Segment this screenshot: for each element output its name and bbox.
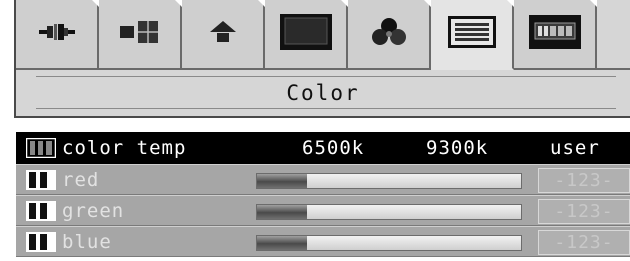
red-label: red	[62, 168, 100, 191]
blue-slider-fill	[257, 236, 308, 250]
divider	[36, 108, 616, 109]
tab-size[interactable]	[182, 0, 265, 70]
tab-color[interactable]	[431, 0, 514, 70]
option-6500k[interactable]: 6500k	[302, 132, 364, 164]
arrow-up-icon	[209, 21, 236, 47]
window-position-icon	[119, 19, 160, 49]
abcd-language-icon	[528, 15, 581, 53]
red-slider-fill	[257, 174, 308, 188]
color-circles-icon	[369, 17, 409, 51]
green-row[interactable]: green -123-	[16, 195, 630, 226]
green-slider[interactable]	[256, 204, 522, 220]
monitor-icon	[279, 14, 332, 54]
red-value: -123-	[538, 168, 630, 193]
tab-position[interactable]	[99, 0, 182, 70]
tab-language[interactable]	[514, 0, 597, 70]
blue-row[interactable]: blue -123-	[16, 226, 630, 257]
color-temp-label: color temp	[62, 137, 187, 159]
color-settings-list: color temp 6500k 9300k user red -123- gr…	[16, 132, 630, 257]
green-value: -123-	[538, 199, 630, 224]
cable-icon	[38, 22, 75, 46]
page-title: Color	[286, 81, 360, 105]
text-lines-icon	[447, 16, 496, 52]
green-label: green	[62, 199, 125, 222]
divider	[36, 76, 616, 77]
blue-slider[interactable]	[256, 235, 522, 251]
color-temp-row[interactable]: color temp 6500k 9300k user	[16, 132, 630, 164]
tab-input[interactable]	[16, 0, 99, 70]
red-slider[interactable]	[256, 173, 522, 189]
channel-icon	[26, 169, 56, 190]
red-row[interactable]: red -123-	[16, 164, 630, 195]
blue-label: blue	[62, 230, 112, 253]
menu-tab-strip	[16, 0, 630, 70]
color-temp-icon	[26, 138, 56, 158]
option-user[interactable]: user	[550, 132, 600, 164]
channel-icon	[26, 231, 56, 252]
tab-display[interactable]	[265, 0, 348, 70]
tab-color-mix[interactable]	[348, 0, 431, 70]
osd-menu-panel: Color	[14, 0, 630, 118]
blue-value: -123-	[538, 230, 630, 255]
green-slider-fill	[257, 205, 308, 219]
option-9300k[interactable]: 9300k	[426, 132, 488, 164]
channel-icon	[26, 200, 56, 221]
